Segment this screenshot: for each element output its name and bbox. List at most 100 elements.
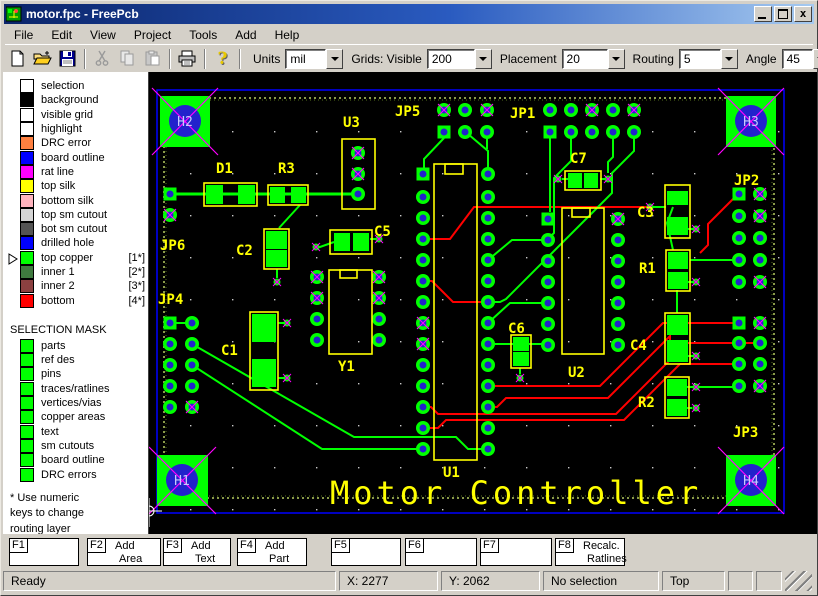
layer-color-swatch[interactable] (20, 108, 34, 122)
help-icon: ? (218, 49, 228, 69)
fkey-f4-add-part[interactable]: F4AddPart (237, 538, 307, 566)
units-value: mil (285, 49, 326, 69)
layer-item-selection[interactable]: selection (3, 79, 148, 93)
layer-color-swatch[interactable] (20, 279, 34, 293)
paste-button[interactable] (140, 47, 165, 70)
layer-item-highlight[interactable]: highlight (3, 122, 148, 136)
title-bar[interactable]: motor.fpc - FreePcb x (4, 4, 814, 24)
placement-dropdown-button[interactable] (608, 49, 625, 69)
placement-combobox[interactable]: 20 (562, 49, 625, 69)
layer-color-swatch[interactable] (20, 453, 34, 467)
layer-item-background[interactable]: background (3, 93, 148, 107)
maximize-icon (778, 9, 788, 19)
layer-color-swatch[interactable] (20, 222, 34, 236)
new-file-button[interactable] (5, 47, 30, 70)
layer-item-inner-2[interactable]: inner 2[3*] (3, 279, 148, 293)
mask-item-vertices-vias[interactable]: vertices/vias (3, 396, 148, 410)
fkey-f5[interactable]: F5 (331, 538, 401, 566)
layer-item-rat-line[interactable]: rat line (3, 165, 148, 179)
layer-color-swatch[interactable] (20, 468, 34, 482)
layer-color-swatch[interactable] (20, 136, 34, 150)
menu-project[interactable]: Project (125, 27, 180, 44)
minimize-button[interactable] (754, 6, 772, 22)
layer-item-board-outline[interactable]: board outline (3, 150, 148, 164)
layer-color-swatch[interactable] (20, 79, 34, 93)
grids-dropdown-button[interactable] (475, 49, 492, 69)
fkey-f3-add-text[interactable]: F3AddText (163, 538, 231, 566)
mask-item-pins[interactable]: pins (3, 367, 148, 381)
layer-color-swatch[interactable] (20, 93, 34, 107)
layer-item-top-silk[interactable]: top silk (3, 179, 148, 193)
layer-color-swatch[interactable] (20, 165, 34, 179)
copy-button[interactable] (115, 47, 140, 70)
angle-dropdown-button[interactable] (813, 49, 818, 69)
mask-item-copper-areas[interactable]: copper areas (3, 410, 148, 424)
layer-color-swatch[interactable] (20, 382, 34, 396)
mask-item-parts[interactable]: parts (3, 339, 148, 353)
mask-item-traces-ratlines[interactable]: traces/ratlines (3, 382, 148, 396)
layer-color-swatch[interactable] (20, 208, 34, 222)
layer-item-inner-1[interactable]: inner 1[2*] (3, 265, 148, 279)
menu-tools[interactable]: Tools (180, 27, 226, 44)
close-button[interactable]: x (794, 6, 812, 22)
layer-item-visible-grid[interactable]: visible grid (3, 108, 148, 122)
cut-button[interactable] (90, 47, 115, 70)
function-key-bar: F1 F2AddArea F3AddText F4AddPart F5 F6 F… (1, 534, 818, 570)
fkey-f7[interactable]: F7 (480, 538, 552, 566)
help-button[interactable]: ? (210, 47, 235, 70)
svg-text:H1: H1 (174, 474, 190, 489)
mask-item-sm-cutouts[interactable]: sm cutouts (3, 439, 148, 453)
layer-color-swatch[interactable] (20, 236, 34, 250)
layer-item-bottom[interactable]: bottom[4*] (3, 293, 148, 307)
layer-item-drilled-hole[interactable]: drilled hole (3, 236, 148, 250)
layer-color-swatch[interactable] (20, 194, 34, 208)
save-button[interactable] (55, 47, 80, 70)
layer-item-top-copper[interactable]: top copper[1*] (3, 251, 148, 265)
status-y-coordinate: Y: 2062 (441, 571, 540, 591)
units-combobox[interactable]: mil (285, 49, 343, 69)
fkey-f1[interactable]: F1 (9, 538, 79, 566)
layer-color-swatch[interactable] (20, 410, 34, 424)
layer-color-swatch[interactable] (20, 122, 34, 136)
menu-file[interactable]: File (5, 27, 42, 44)
layer-item-top-sm-cutout[interactable]: top sm cutout (3, 208, 148, 222)
layer-item-bot-sm-cutout[interactable]: bot sm cutout (3, 222, 148, 236)
fkey-f2-add-area[interactable]: F2AddArea (87, 538, 161, 566)
layer-color-swatch[interactable] (20, 425, 34, 439)
layer-color-swatch[interactable] (20, 251, 34, 265)
routing-combobox[interactable]: 5 (679, 49, 738, 69)
layer-item-bottom-silk[interactable]: bottom silk (3, 193, 148, 207)
mask-item-ref-des[interactable]: ref des (3, 353, 148, 367)
layer-color-swatch[interactable] (20, 151, 34, 165)
mask-item-drc-errors[interactable]: DRC errors (3, 467, 148, 481)
mask-item-board-outline[interactable]: board outline (3, 453, 148, 467)
layer-color-swatch[interactable] (20, 396, 34, 410)
open-file-button[interactable] (30, 47, 55, 70)
layer-color-swatch[interactable] (20, 265, 34, 279)
layer-item-drc-error[interactable]: DRC error (3, 136, 148, 150)
fkey-f8-recalc-ratlines[interactable]: F8Recalc.Ratlines (555, 538, 625, 566)
layer-color-swatch[interactable] (20, 439, 34, 453)
routing-dropdown-button[interactable] (721, 49, 738, 69)
grids-combobox[interactable]: 200 (427, 49, 492, 69)
layer-color-swatch[interactable] (20, 353, 34, 367)
menu-edit[interactable]: Edit (42, 27, 81, 44)
routing-label: Routing (633, 52, 674, 66)
menu-view[interactable]: View (81, 27, 125, 44)
units-dropdown-button[interactable] (326, 49, 343, 69)
mask-item-text[interactable]: text (3, 425, 148, 439)
status-empty-pane (756, 571, 782, 591)
print-button[interactable] (175, 47, 200, 70)
layer-color-swatch[interactable] (20, 294, 34, 308)
angle-combobox[interactable]: 45 (782, 49, 818, 69)
layer-color-swatch[interactable] (20, 339, 34, 353)
layer-color-swatch[interactable] (20, 367, 34, 381)
resize-grip[interactable] (785, 571, 812, 591)
fkey-f6[interactable]: F6 (405, 538, 477, 566)
menu-help[interactable]: Help (266, 27, 309, 44)
pcb-canvas[interactable]: H2 H3 H1 H4 (149, 72, 817, 534)
maximize-button[interactable] (774, 6, 792, 22)
layer-label: selection (41, 80, 84, 92)
layer-color-swatch[interactable] (20, 179, 34, 193)
menu-add[interactable]: Add (226, 27, 265, 44)
